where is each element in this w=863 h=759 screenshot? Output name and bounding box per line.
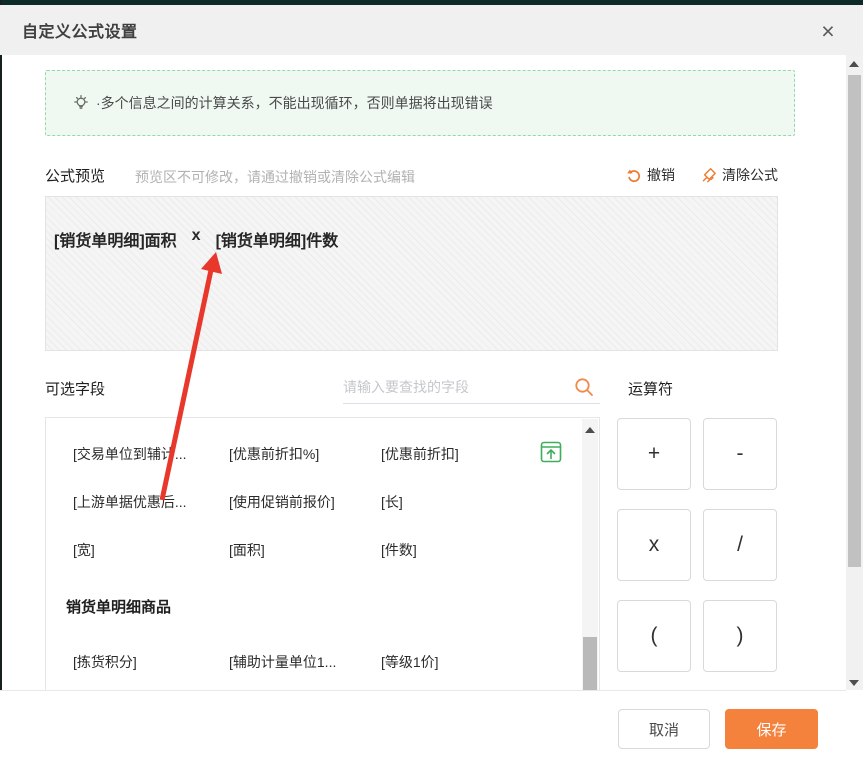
operator-multiply-button[interactable]: x bbox=[617, 509, 691, 581]
field-item[interactable]: [优惠前折扣] bbox=[381, 444, 459, 464]
scroll-up-icon[interactable] bbox=[585, 427, 595, 433]
formula-token-field: [销货单明细]件数 bbox=[215, 233, 339, 250]
save-button[interactable]: 保存 bbox=[725, 709, 818, 749]
field-list-panel: [交易单位到辅计... [优惠前折扣%] [优惠前折扣] [上游单据优惠后...… bbox=[45, 417, 600, 691]
formula-expression: [销货单明细]面积 x [销货单明细]件数 bbox=[54, 227, 769, 251]
close-icon[interactable]: × bbox=[815, 19, 841, 45]
page-scrollbar[interactable] bbox=[846, 55, 863, 690]
preview-section-title: 公式预览 bbox=[45, 168, 106, 185]
undo-icon bbox=[626, 167, 642, 183]
dialog-header: 自定义公式设置 × bbox=[0, 5, 863, 55]
field-item[interactable]: [宽] bbox=[73, 540, 95, 560]
field-item[interactable]: [件数] bbox=[381, 540, 417, 560]
dialog-footer: 取消 保存 bbox=[0, 691, 863, 759]
operator-open-paren-button[interactable]: ( bbox=[617, 600, 691, 672]
field-list-scrollbar-thumb[interactable] bbox=[583, 637, 597, 691]
field-search-input[interactable] bbox=[343, 372, 568, 402]
field-item[interactable]: [面积] bbox=[229, 540, 265, 560]
eraser-icon bbox=[701, 167, 717, 183]
field-group-header: 销货单明细商品 bbox=[66, 599, 172, 616]
field-item[interactable]: [拣货积分] bbox=[73, 652, 137, 672]
field-item[interactable]: [交易单位到辅计... bbox=[73, 444, 187, 464]
field-list-scrollbar[interactable] bbox=[582, 419, 598, 691]
clear-formula-label: 清除公式 bbox=[722, 167, 778, 183]
fields-section-title: 可选字段 bbox=[45, 381, 106, 398]
undo-label: 撤销 bbox=[647, 167, 675, 183]
field-item[interactable]: [等级1价] bbox=[381, 652, 439, 672]
operator-close-paren-button[interactable]: ) bbox=[703, 600, 777, 672]
field-item[interactable]: [上游单据优惠后... bbox=[73, 492, 187, 512]
operator-minus-button[interactable]: - bbox=[703, 418, 777, 490]
operator-divide-button[interactable]: / bbox=[703, 509, 777, 581]
undo-button[interactable]: 撤销 bbox=[626, 165, 675, 185]
field-item[interactable]: [辅助计量单位1... bbox=[229, 652, 336, 672]
search-icon[interactable] bbox=[573, 376, 595, 398]
operators-section-title: 运算符 bbox=[628, 381, 674, 398]
scroll-up-icon[interactable] bbox=[849, 61, 859, 67]
hint-banner: ·多个信息之间的计算关系，不能出现循环，否则单据将出现错误 bbox=[45, 70, 795, 136]
scroll-down-icon[interactable] bbox=[849, 680, 859, 686]
dialog-title: 自定义公式设置 bbox=[22, 24, 138, 41]
cancel-button[interactable]: 取消 bbox=[618, 709, 710, 749]
page-scrollbar-thumb[interactable] bbox=[848, 75, 861, 567]
preview-toolbar: 公式预览 预览区不可修改，请通过撤销或清除公式编辑 撤销 清除公式 bbox=[45, 165, 778, 187]
hint-text: ·多个信息之间的计算关系，不能出现循环，否则单据将出现错误 bbox=[96, 95, 493, 111]
preview-readonly-note: 预览区不可修改，请通过撤销或清除公式编辑 bbox=[135, 169, 415, 185]
operator-plus-button[interactable]: + bbox=[617, 418, 691, 490]
custom-formula-dialog: 自定义公式设置 × ·多个信息之间的计算关系，不能出现循环，否则单据将出现错误 … bbox=[0, 0, 863, 759]
field-item[interactable]: [使用促销前报价] bbox=[229, 492, 335, 512]
field-search bbox=[343, 372, 600, 404]
back-to-top-icon[interactable] bbox=[540, 441, 562, 463]
field-item[interactable]: [优惠前折扣%] bbox=[229, 444, 319, 464]
field-item[interactable]: [长] bbox=[381, 492, 403, 512]
lightbulb-icon bbox=[72, 94, 90, 112]
clear-formula-button[interactable]: 清除公式 bbox=[701, 165, 778, 185]
dialog-left-edge bbox=[0, 0, 2, 759]
formula-token-operator: x bbox=[191, 227, 201, 244]
formula-token-field: [销货单明细]面积 bbox=[54, 233, 177, 250]
formula-preview-area: [销货单明细]面积 x [销货单明细]件数 bbox=[45, 196, 778, 351]
operator-grid: + - x / ( ) bbox=[617, 418, 777, 672]
